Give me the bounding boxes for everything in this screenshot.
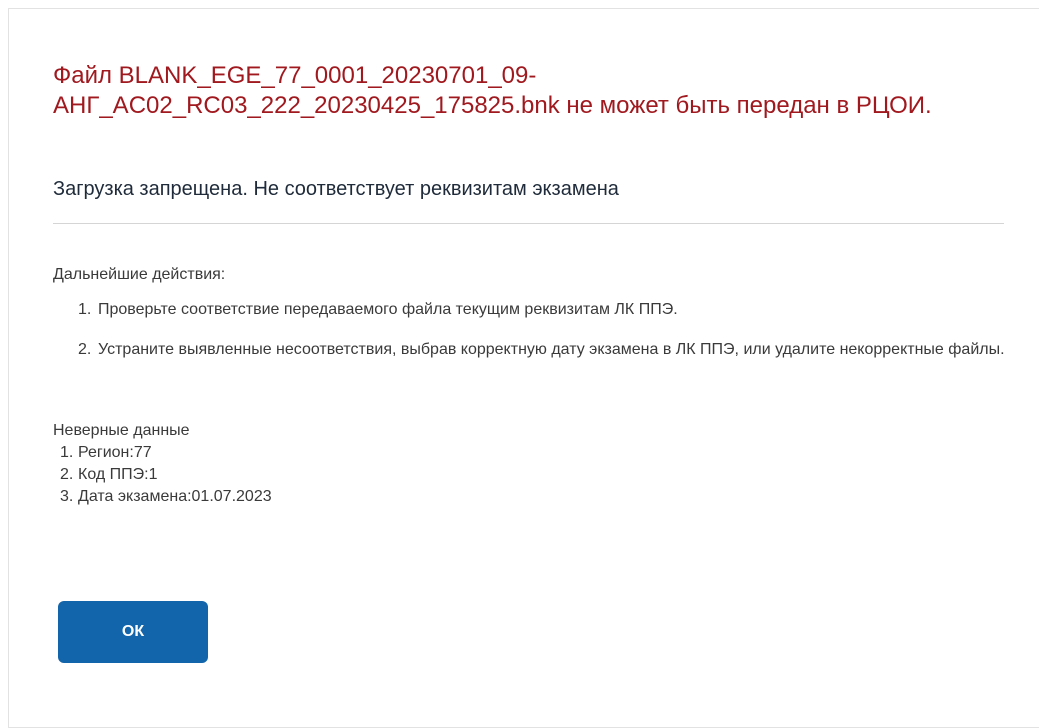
wrong-data-list: 1. Регион:77 2. Код ППЭ:1 3. Дата экзаме… [53,442,272,508]
list-item-number: 2. [78,341,92,358]
list-item: 3. Дата экзамена:01.07.2023 [53,486,272,508]
list-item-number: 1. [78,301,92,318]
list-item: 2. Устраните выявленные несоответствия, … [53,338,1013,362]
next-steps-label: Дальнейшие действия: [53,266,226,283]
list-item-text: Регион:77 [78,444,152,461]
list-item-text: Код ППЭ:1 [78,466,158,483]
list-item: 2. Код ППЭ:1 [53,464,272,486]
divider [53,223,1004,224]
list-item-text: Устраните выявленные несоответствия, выб… [98,341,1005,358]
list-item-number: 2. [60,466,74,483]
list-item-text: Дата экзамена:01.07.2023 [78,488,272,505]
ok-button[interactable]: ОК [58,601,208,663]
list-item-text: Проверьте соответствие передаваемого фай… [98,301,678,318]
list-item: 1. Проверьте соответствие передаваемого … [53,298,1013,322]
error-subtitle: Загрузка запрещена. Не соответствует рек… [53,178,619,200]
list-item: 1. Регион:77 [53,442,272,464]
list-item-number: 1. [60,444,74,461]
wrong-data-label: Неверные данные [53,422,190,439]
error-title: Файл BLANK_EGE_77_0001_20230701_09-АНГ_A… [53,62,932,119]
list-item-number: 3. [60,488,74,505]
next-steps-list: 1. Проверьте соответствие передаваемого … [53,298,1013,378]
error-dialog: Файл BLANK_EGE_77_0001_20230701_09-АНГ_A… [8,8,1039,728]
